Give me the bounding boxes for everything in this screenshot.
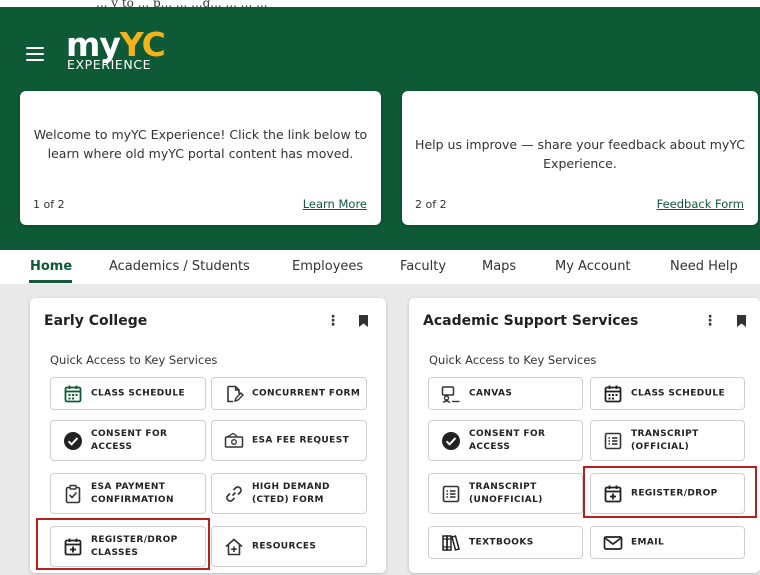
cropped-top-text: ... y to ... p... ... ...g... ... ... ..… [0, 0, 760, 7]
service-label: CANVAS [469, 388, 513, 398]
tab-home[interactable]: Home [30, 259, 72, 274]
banner-message: Help us improve — share your feedback ab… [415, 137, 745, 171]
calendar-plus-icon [64, 538, 82, 555]
tab-my-account[interactable]: My Account [555, 259, 631, 274]
canvas-icon [441, 385, 460, 403]
logo-experience: EXPERIENCE [67, 57, 152, 72]
tab-need-help[interactable]: Need Help [670, 259, 738, 274]
link-icon [226, 485, 242, 502]
hamburger-menu-icon[interactable] [26, 47, 44, 61]
transcript-unofficial-button[interactable]: TRANSCRIPT (UNOFFICIAL) [428, 473, 583, 514]
tab-maps[interactable]: Maps [482, 259, 516, 274]
class-schedule-button[interactable]: CLASS SCHEDULE [590, 377, 745, 410]
register-drop-classes-button[interactable]: REGISTER/DROP CLASSES [50, 526, 206, 567]
service-label: HIGH DEMAND (CTED) FORM [252, 481, 330, 505]
banner-count: 1 of 2 [33, 198, 65, 211]
kebab-menu-icon[interactable]: ⋮ [703, 314, 717, 328]
service-label: TRANSCRIPT (OFFICIAL) [631, 428, 699, 452]
card-academic-support-services: Academic Support Services ⋮ Quick Access… [409, 298, 760, 573]
banner-count: 2 of 2 [415, 198, 447, 211]
card-early-college: Early College ⋮ Quick Access to Key Serv… [30, 298, 386, 573]
calendar-icon [604, 385, 622, 402]
service-label: TEXTBOOKS [469, 537, 534, 547]
textbooks-button[interactable]: TEXTBOOKS [428, 526, 583, 559]
service-label: CONSENT FOR ACCESS [469, 428, 546, 452]
active-tab-underline [29, 280, 72, 283]
money-icon [224, 432, 244, 448]
service-label: RESOURCES [252, 541, 317, 551]
house-plus-icon [225, 537, 243, 555]
service-label: ESA FEE REQUEST [252, 435, 350, 445]
clipboard-check-icon [65, 484, 81, 503]
myyc-logo[interactable]: myYC EXPERIENCE [66, 25, 166, 72]
learn-more-link[interactable]: Learn More [303, 197, 367, 211]
document-edit-icon [227, 385, 244, 402]
feedback-form-link[interactable]: Feedback Form [657, 197, 744, 211]
banner-message: Welcome to myYC Experience! Click the li… [33, 127, 368, 161]
tab-academics-students[interactable]: Academics / Students [109, 259, 250, 274]
tab-faculty[interactable]: Faculty [400, 259, 446, 274]
bookmark-icon[interactable] [359, 315, 368, 327]
consent-for-access-button[interactable]: CONSENT FOR ACCESS [428, 420, 583, 461]
main-nav-tabs: Home Academics / Students Employees Facu… [0, 250, 760, 284]
tab-employees[interactable]: Employees [292, 259, 363, 274]
service-label: CONSENT FOR ACCESS [91, 428, 168, 452]
service-label: ESA PAYMENT CONFIRMATION [91, 481, 174, 505]
books-icon [442, 534, 460, 551]
check-circle-icon [64, 431, 82, 450]
calendar-plus-icon [604, 485, 622, 502]
service-label: TRANSCRIPT (UNOFFICIAL) [469, 481, 543, 505]
register-drop-button[interactable]: REGISTER/DROP [590, 473, 745, 514]
consent-for-access-button[interactable]: CONSENT FOR ACCESS [50, 420, 206, 461]
site-header: myYC EXPERIENCE Welcome to myYC Experien… [0, 7, 760, 250]
high-demand-cted-form-button[interactable]: HIGH DEMAND (CTED) FORM [211, 473, 367, 514]
card-title: Academic Support Services [423, 313, 639, 329]
card-subtitle: Quick Access to Key Services [429, 353, 597, 367]
class-schedule-button[interactable]: CLASS SCHEDULE [50, 377, 206, 410]
esa-payment-confirmation-button[interactable]: ESA PAYMENT CONFIRMATION [50, 473, 206, 514]
check-circle-icon [442, 431, 460, 450]
service-label: REGISTER/DROP CLASSES [91, 534, 178, 558]
envelope-icon [603, 535, 623, 550]
service-label: EMAIL [631, 537, 665, 547]
service-label: CONCURRENT FORM [252, 388, 361, 398]
banner-welcome: Welcome to myYC Experience! Click the li… [20, 91, 381, 225]
service-label: REGISTER/DROP [631, 488, 718, 498]
email-button[interactable]: EMAIL [590, 526, 745, 559]
list-icon [604, 432, 622, 449]
service-label: CLASS SCHEDULE [91, 388, 186, 398]
canvas-button[interactable]: CANVAS [428, 377, 583, 410]
transcript-official-button[interactable]: TRANSCRIPT (OFFICIAL) [590, 420, 745, 461]
bookmark-icon[interactable] [737, 315, 746, 327]
banner-feedback: Help us improve — share your feedback ab… [402, 91, 758, 225]
concurrent-form-button[interactable]: CONCURRENT FORM [211, 377, 367, 410]
resources-button[interactable]: RESOURCES [211, 526, 367, 567]
service-label: CLASS SCHEDULE [631, 388, 726, 398]
calendar-icon [64, 385, 82, 402]
kebab-menu-icon[interactable]: ⋮ [326, 314, 340, 328]
card-subtitle: Quick Access to Key Services [50, 353, 218, 367]
esa-fee-request-button[interactable]: ESA FEE REQUEST [211, 420, 367, 461]
card-title: Early College [44, 313, 148, 329]
list-icon [442, 485, 460, 502]
